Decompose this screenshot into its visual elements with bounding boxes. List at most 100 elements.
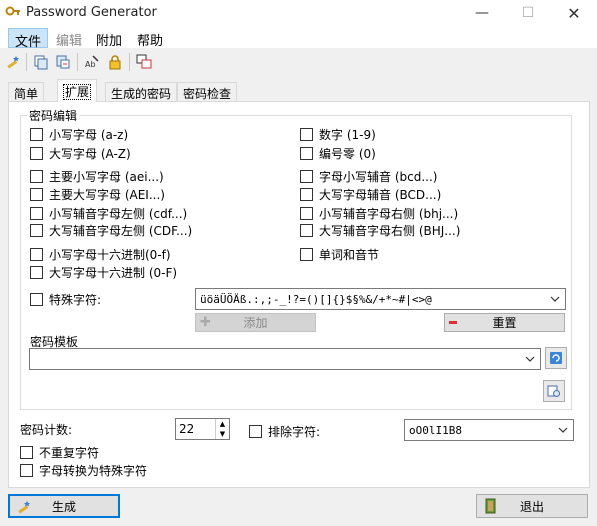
template-combo[interactable] xyxy=(29,348,541,370)
checkbox[interactable] xyxy=(30,147,43,160)
option-label: 小写字母十六进制(0-f) xyxy=(49,248,171,262)
option-lower-consonant-left[interactable]: 小写辅音字母左侧 (cdf...) xyxy=(30,205,187,222)
option-lower-consonant[interactable]: 字母小写辅音 (bcd...) xyxy=(300,168,437,185)
option-label: 主要小写字母 (aei...) xyxy=(49,170,164,184)
option-label: 单词和音节 xyxy=(319,248,380,262)
generate-wand-icon[interactable] xyxy=(3,52,23,72)
refresh-template-icon[interactable] xyxy=(545,347,567,369)
tab-extended[interactable]: 扩展 xyxy=(57,79,98,102)
checkbox[interactable] xyxy=(30,248,43,261)
checkbox[interactable] xyxy=(300,170,313,183)
checkbox[interactable] xyxy=(300,224,313,237)
option-lower-consonant-right[interactable]: 小写辅音字母右侧 (bhj...) xyxy=(300,205,458,222)
option-label: 大写辅音字母左侧 (CDF...) xyxy=(49,224,193,238)
exit-button-label: 退出 xyxy=(519,499,544,514)
svg-text:Ab: Ab xyxy=(85,60,96,69)
exit-button[interactable]: 退出 xyxy=(476,494,588,518)
checkbox[interactable] xyxy=(300,128,313,141)
spin-up-icon[interactable]: ▲ xyxy=(215,419,229,429)
checkbox[interactable] xyxy=(20,446,33,459)
option-convert-special[interactable]: 字母转换为特殊字符 xyxy=(20,462,147,479)
chevron-down-icon xyxy=(558,427,568,433)
exit-door-icon xyxy=(485,498,496,514)
convert-label: 字母转换为特殊字符 xyxy=(39,464,148,478)
tab-generated-passwords[interactable]: 生成的密码 xyxy=(105,82,178,102)
option-no-repeat[interactable]: 不重复字符 xyxy=(20,444,99,461)
checkbox[interactable] xyxy=(249,425,262,438)
add-button-label: 添加 xyxy=(243,316,268,330)
exclude-value: oO0lI1B8 xyxy=(409,423,462,437)
option-special-chars[interactable]: 特殊字符: xyxy=(30,291,101,308)
toolbar-separator xyxy=(129,53,130,71)
toolbar-separator xyxy=(26,53,27,71)
option-label: 主要大写字母 (AEI...) xyxy=(49,188,165,202)
option-zero[interactable]: 编号零 (0) xyxy=(300,145,376,162)
text-format-icon[interactable]: Ab xyxy=(82,52,102,72)
toolbar-separator xyxy=(77,53,78,71)
chevron-down-icon xyxy=(550,296,560,302)
menu-edit[interactable]: 编辑 xyxy=(50,28,88,49)
special-chars-label: 特殊字符: xyxy=(49,293,102,307)
special-chars-value: üöäÜÖÄß.:,;-_!?=()[]{}$§%&/+*~#|<>@ xyxy=(200,292,432,306)
checkbox[interactable] xyxy=(30,293,43,306)
template-settings-icon[interactable] xyxy=(543,380,565,402)
reset-button[interactable]: 重置 xyxy=(444,313,565,332)
option-lowercase[interactable]: 小写字母 (a-z) xyxy=(30,126,128,143)
menu-file[interactable]: 文件 xyxy=(8,28,49,50)
menu-extras[interactable]: 附加 xyxy=(90,28,128,49)
copy-icon[interactable] xyxy=(31,52,51,72)
tab-extended-label: 扩展 xyxy=(63,84,92,100)
checkbox[interactable] xyxy=(300,207,313,220)
count-spinner[interactable]: 22 ▲ ▼ xyxy=(175,418,230,440)
checkbox[interactable] xyxy=(30,188,43,201)
tab-password-check[interactable]: 密码检查 xyxy=(177,82,238,102)
option-upper-consonant-right[interactable]: 大写辅音字母右侧 (BHJ...) xyxy=(300,222,460,239)
option-main-lowercase[interactable]: 主要小写字母 (aei...) xyxy=(30,168,164,185)
option-digits[interactable]: 数字 (1-9) xyxy=(300,126,376,143)
menu-help[interactable]: 帮助 xyxy=(131,28,169,49)
no-repeat-label: 不重复字符 xyxy=(39,446,100,460)
minus-icon xyxy=(449,321,457,324)
tab-simple[interactable]: 简单 xyxy=(8,82,45,102)
option-lower-hex[interactable]: 小写字母十六进制(0-f) xyxy=(30,246,171,263)
option-label: 数字 (1-9) xyxy=(319,128,376,142)
spin-down-icon[interactable]: ▼ xyxy=(215,429,229,439)
checkbox[interactable] xyxy=(30,224,43,237)
group-title: 密码编辑 xyxy=(27,107,80,124)
checkbox[interactable] xyxy=(30,266,43,279)
option-label: 大写字母辅音 (BCD...) xyxy=(319,188,442,202)
window-icon[interactable] xyxy=(134,52,154,72)
window-title: Password Generator xyxy=(26,5,157,20)
exclude-combo[interactable]: oO0lI1B8 xyxy=(404,419,574,441)
checkbox[interactable] xyxy=(300,248,313,261)
count-label: 密码计数: xyxy=(20,423,73,437)
option-label: 小写辅音字母右侧 (bhj...) xyxy=(319,207,459,221)
close-icon[interactable]: ✕ xyxy=(551,0,597,26)
lock-icon[interactable] xyxy=(105,52,125,72)
checkbox[interactable] xyxy=(300,188,313,201)
option-upper-hex[interactable]: 大写字母十六进制 (0-F) xyxy=(30,264,177,281)
checkbox[interactable] xyxy=(30,207,43,220)
copy-all-icon[interactable] xyxy=(53,52,73,72)
maximize-icon[interactable]: ☐ xyxy=(505,0,551,26)
option-uppercase[interactable]: 大写字母 (A-Z) xyxy=(30,145,131,162)
option-main-uppercase[interactable]: 主要大写字母 (AEI...) xyxy=(30,186,165,203)
minimize-icon[interactable]: — xyxy=(459,0,505,26)
option-label: 大写辅音字母右侧 (BHJ...) xyxy=(319,224,461,238)
checkbox[interactable] xyxy=(20,464,33,477)
add-button[interactable]: ✚ 添加 xyxy=(195,313,316,332)
checkbox[interactable] xyxy=(30,170,43,183)
option-label: 编号零 (0) xyxy=(319,147,376,161)
checkbox[interactable] xyxy=(300,147,313,160)
option-upper-consonant-left[interactable]: 大写辅音字母左侧 (CDF...) xyxy=(30,222,192,239)
option-label: 大写字母 (A-Z) xyxy=(49,147,131,161)
option-exclude-chars[interactable]: 排除字符: xyxy=(249,423,320,440)
option-label: 大写字母十六进制 (0-F) xyxy=(49,266,178,280)
key-app-icon xyxy=(5,6,20,16)
reset-button-label: 重置 xyxy=(492,316,517,330)
checkbox[interactable] xyxy=(30,128,43,141)
special-chars-combo[interactable]: üöäÜÖÄß.:,;-_!?=()[]{}$§%&/+*~#|<>@ xyxy=(195,288,566,310)
option-words-syllables[interactable]: 单词和音节 xyxy=(300,246,379,263)
option-upper-consonant[interactable]: 大写字母辅音 (BCD...) xyxy=(300,186,441,203)
generate-button[interactable]: 生成 xyxy=(8,494,120,518)
